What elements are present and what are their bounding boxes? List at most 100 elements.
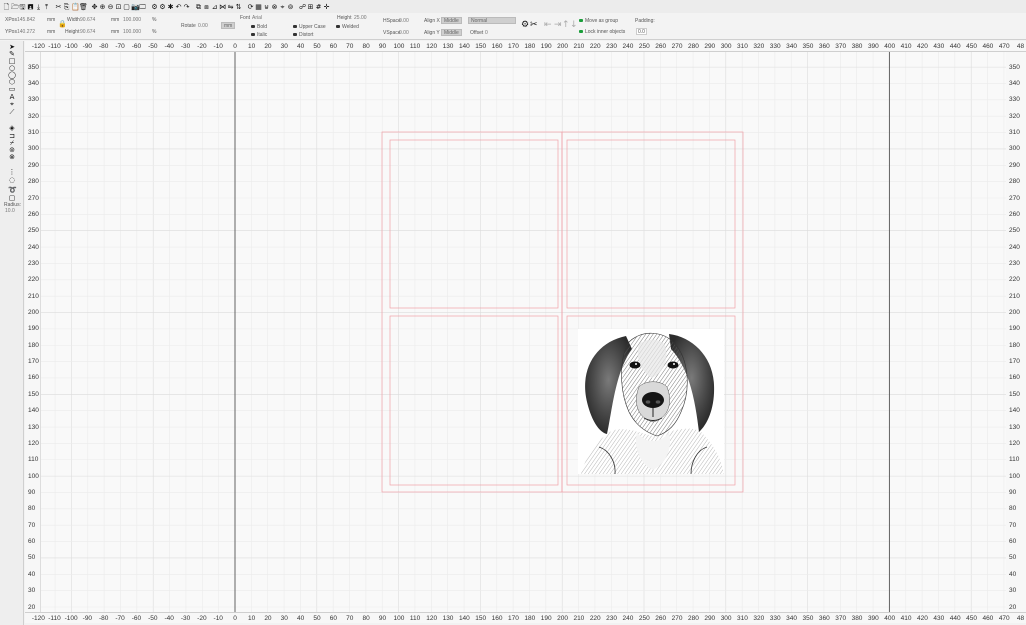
rotate-label: Rotate <box>181 23 196 29</box>
export-icon[interactable]: ⤒ <box>43 3 50 11</box>
height-field[interactable]: 90.674 <box>80 29 95 35</box>
save-icon[interactable]: 🖫 <box>19 3 26 11</box>
dog-sketch-image[interactable] <box>578 329 724 475</box>
lock-icon[interactable]: 🔒 <box>58 21 67 28</box>
ruler-x-label: 370 <box>835 43 847 50</box>
zoom-fit-icon[interactable]: ⊡ <box>115 3 122 11</box>
text-height-field[interactable]: 25.00 <box>354 15 367 21</box>
grid-icon[interactable]: # <box>315 3 322 11</box>
pan-icon[interactable]: ✥ <box>91 3 98 11</box>
ruler-x-label: -90 <box>82 43 93 50</box>
align-right-icon[interactable]: ⇥ <box>554 20 562 30</box>
frame-icon[interactable]: ▢ <box>123 3 130 11</box>
normal-select[interactable]: Normal <box>468 17 516 24</box>
edit-nodes-icon[interactable]: ◈ <box>8 125 16 132</box>
gear-icon[interactable]: ⚙ <box>159 3 166 11</box>
ruler-x-label: 20 <box>264 615 272 622</box>
measure-icon[interactable]: ⟋ <box>8 109 16 116</box>
ruler-x-label: 210 <box>573 615 585 622</box>
offset-icon[interactable]: ⊚ <box>287 3 294 11</box>
ruler-x-label: 300 <box>720 43 732 50</box>
lock-inner-checkbox[interactable]: Lock inner objects <box>579 29 625 35</box>
xpos-field[interactable]: 145.842 <box>17 17 35 23</box>
italic-checkbox[interactable]: Italic <box>251 32 267 38</box>
cut-settings-icon[interactable]: ✂ <box>530 20 538 30</box>
workspace-canvas[interactable] <box>41 52 1006 612</box>
import-icon[interactable]: ⤓ <box>35 3 42 11</box>
group-icon[interactable]: ⧉ <box>195 3 202 11</box>
distribute-icon[interactable]: ⋈ <box>219 3 226 11</box>
boolean-icon[interactable]: ⊗ <box>8 154 16 161</box>
ypos-field[interactable]: 140.272 <box>17 29 35 35</box>
ruler-y-label: 240 <box>28 243 39 251</box>
circular-array-icon[interactable]: ◌ <box>8 177 16 184</box>
mirror-h-icon[interactable]: ⇋ <box>227 3 234 11</box>
copy-icon[interactable]: ⎘ <box>63 3 70 11</box>
scale-y-field[interactable]: 100.000 <box>123 29 141 35</box>
lasso-icon[interactable]: ➰ <box>8 187 17 194</box>
padding-field[interactable]: 0.0 <box>636 28 647 35</box>
tools-icon[interactable]: ✱ <box>167 3 174 11</box>
rounded-rect-icon[interactable]: ▢ <box>8 195 16 202</box>
zoom-in-icon[interactable]: ⊕ <box>99 3 106 11</box>
radius-field[interactable]: 10.0 <box>5 208 15 214</box>
new-file-icon[interactable]: 🗋 <box>3 3 10 11</box>
table-icon[interactable]: ⊞ <box>307 3 314 11</box>
offset-field[interactable]: 0 <box>485 30 488 36</box>
grid-array-icon[interactable]: ⋮ <box>8 169 16 176</box>
ruler-x-label: 180 <box>524 615 536 622</box>
bold-checkbox[interactable]: Bold <box>251 24 267 30</box>
save-as-icon[interactable]: 🖪 <box>27 3 34 11</box>
move-as-group-checkbox[interactable]: Move as group <box>579 18 618 24</box>
rotate-unit-button[interactable]: mm <box>221 22 236 29</box>
trace-icon[interactable]: ☍ <box>299 3 306 11</box>
upper-case-label: Upper Case <box>299 24 326 30</box>
width-field[interactable]: 90.674 <box>80 17 95 23</box>
redo-icon[interactable]: ↷ <box>183 3 190 11</box>
position-icon[interactable]: ⌖ <box>8 101 16 108</box>
align-icon[interactable]: ⊿ <box>211 3 218 11</box>
boolean-icon[interactable]: ⊗ <box>271 3 278 11</box>
camera-icon[interactable]: 📷 <box>131 3 140 11</box>
ruler-x-label: 350 <box>802 615 814 622</box>
align-y-select[interactable]: Middle <box>441 29 462 36</box>
align-x-select[interactable]: Middle <box>441 17 462 24</box>
rotate-icon[interactable]: ⟳ <box>247 3 254 11</box>
welded-checkbox[interactable]: Welded <box>336 24 359 30</box>
paste-icon[interactable]: 📋 <box>71 3 80 11</box>
align-left-icon[interactable]: ⇤ <box>544 20 552 30</box>
array-icon[interactable]: ▦ <box>255 3 262 11</box>
delete-icon[interactable]: 🗑 <box>79 3 88 11</box>
font-select[interactable]: Arial <box>252 15 262 21</box>
node-icon[interactable]: ⌖ <box>279 3 286 11</box>
ruler-y-label: 160 <box>1009 374 1020 382</box>
upper-case-checkbox[interactable]: Upper Case <box>293 24 326 30</box>
undo-icon[interactable]: ↶ <box>175 3 182 11</box>
center-icon[interactable]: ✛ <box>323 3 330 11</box>
distort-checkbox[interactable]: Distort <box>293 32 313 38</box>
text-weld-icon[interactable]: ⚙ <box>521 20 529 30</box>
mirror-v-icon[interactable]: ⇅ <box>235 3 242 11</box>
rotate-field[interactable]: 0.00 <box>198 23 208 29</box>
bottom-ruler: -120 -110 -100 -90 -80 -70 -60 -50 -40 -30 -20 -10 0… <box>25 612 1026 623</box>
vspace-field[interactable]: 0.00 <box>399 30 409 36</box>
align-top-icon[interactable]: ↑ <box>562 20 570 30</box>
zoom-out-icon[interactable]: ⊖ <box>107 3 114 11</box>
ruler-y-label: 20 <box>28 603 36 611</box>
ruler-y-label: 50 <box>1009 554 1017 562</box>
settings-icon[interactable]: ⚙ <box>151 3 158 11</box>
rect-outline-icon[interactable]: ▭ <box>8 86 16 93</box>
ruler-x-label: -10 <box>213 43 223 50</box>
ruler-y-label: 300 <box>1009 145 1020 153</box>
ruler-x-label: -50 <box>148 43 158 50</box>
ruler-x-label: 430 <box>933 615 945 622</box>
ungroup-icon[interactable]: ⧈ <box>203 3 210 11</box>
monitor-icon[interactable]: 🖵 <box>139 3 146 11</box>
hspace-field[interactable]: 0.00 <box>399 18 409 24</box>
scale-x-field[interactable]: 100.000 <box>123 17 141 23</box>
ruler-x-label: 280 <box>687 43 699 50</box>
weld-icon[interactable]: ⊎ <box>263 3 270 11</box>
cut-icon[interactable]: ✂ <box>55 3 62 11</box>
align-bottom-icon[interactable]: ↓ <box>570 20 578 30</box>
open-file-icon[interactable]: 🗁 <box>11 3 20 11</box>
